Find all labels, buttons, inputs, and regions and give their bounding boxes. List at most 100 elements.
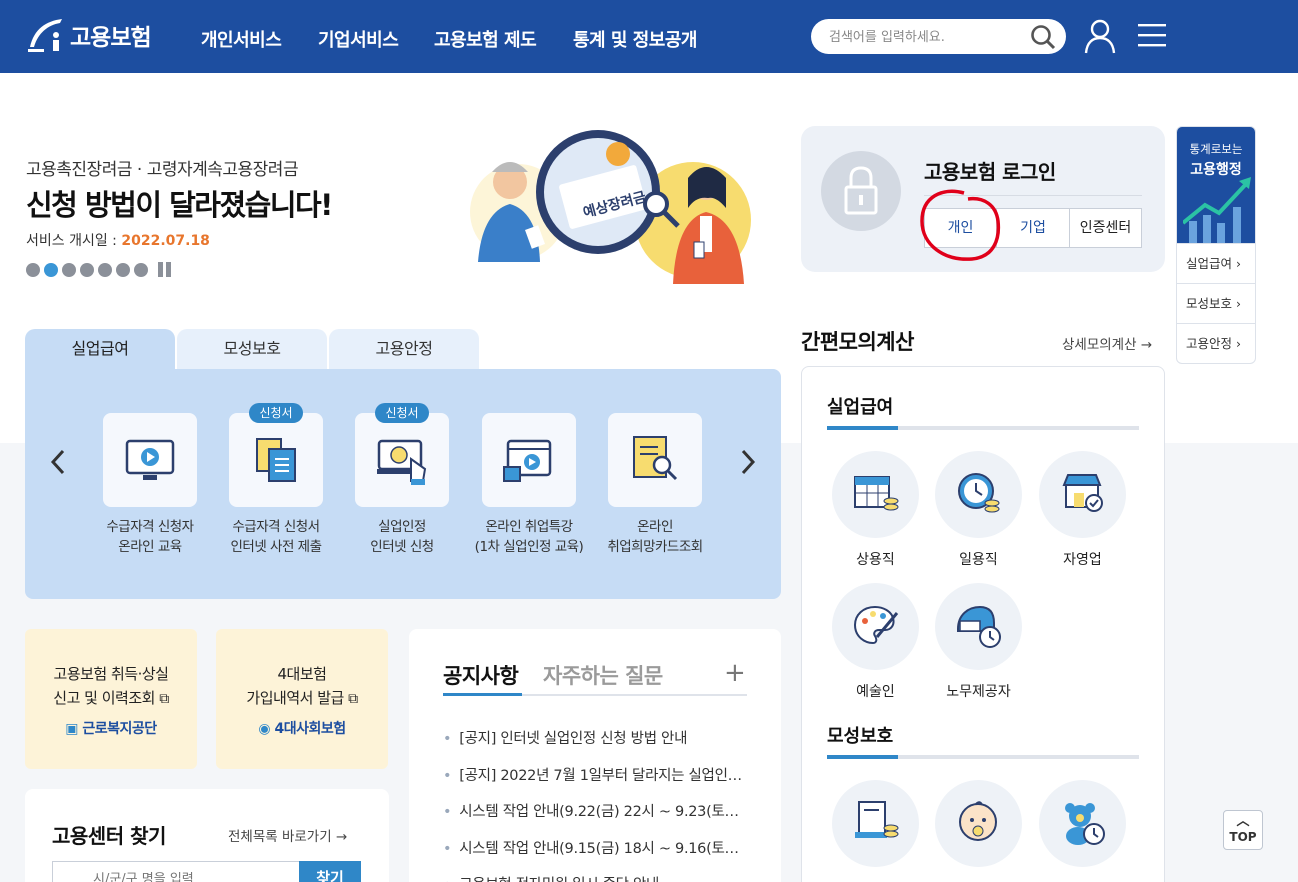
notice-item[interactable]: 고용보험 전자민원 일시 중단 안내 bbox=[443, 873, 743, 882]
calc-section-maternity: 모성보호 bbox=[827, 726, 894, 747]
baby-icon bbox=[959, 801, 997, 841]
calc-childcare-hours[interactable] bbox=[1039, 780, 1126, 867]
calc-self-employed[interactable] bbox=[1039, 451, 1126, 538]
side-stats-banner[interactable]: 통계로보는 고용행정 bbox=[1177, 127, 1255, 243]
calendar-coins-icon bbox=[854, 476, 899, 511]
calc-item-label: 노무제공자 bbox=[946, 684, 1011, 700]
side-banner-line1: 통계로보는 bbox=[1189, 142, 1243, 156]
documents-icon bbox=[256, 438, 296, 482]
banner-dot-3[interactable] bbox=[62, 262, 76, 277]
banner-title[interactable]: 신청 방법이 달라졌습니다! bbox=[26, 182, 333, 224]
red-annotation-circle bbox=[920, 189, 1001, 261]
site-logo[interactable]: 고용보험 bbox=[24, 14, 152, 56]
teddy-bear-clock-icon bbox=[1065, 803, 1105, 845]
center-search-input[interactable] bbox=[93, 872, 293, 882]
lock-icon bbox=[821, 151, 901, 231]
banner-dot-6[interactable] bbox=[116, 262, 130, 277]
clock-coins-icon bbox=[958, 473, 1000, 513]
section-underline bbox=[827, 755, 1139, 759]
calc-item-label: 자영업 bbox=[1063, 552, 1102, 568]
growth-chart-icon bbox=[1183, 177, 1251, 243]
tab-faq[interactable]: 자주하는 질문 bbox=[543, 660, 663, 690]
quick-box-org: ◉ 4대사회보험 bbox=[258, 721, 346, 737]
search-box bbox=[811, 19, 1066, 54]
calc-item-label: 상용직 bbox=[856, 552, 895, 568]
notice-item[interactable]: [공지] 2022년 7월 1일부터 달라지는 실업인정 제도 안내 bbox=[443, 764, 743, 785]
calc-item-label: 예술인 bbox=[856, 684, 895, 700]
tab-maternity[interactable]: 모성보호 bbox=[177, 329, 327, 369]
calc-regular-worker[interactable] bbox=[832, 451, 919, 538]
search-input[interactable] bbox=[829, 27, 1029, 47]
notice-tab-underline bbox=[443, 693, 522, 696]
calc-section-unemployment: 실업급여 bbox=[827, 397, 894, 418]
notice-item[interactable]: 시스템 작업 안내(9.22(금) 22시 ~ 9.23(토) 오전) bbox=[443, 800, 743, 821]
banner-dot-1[interactable] bbox=[26, 262, 40, 277]
user-icon[interactable] bbox=[1083, 18, 1117, 54]
banner-dot-7[interactable] bbox=[134, 262, 148, 277]
service-card-unemployment-recognition[interactable] bbox=[355, 413, 449, 507]
calc-platform-worker[interactable] bbox=[935, 583, 1022, 670]
calc-artist[interactable] bbox=[832, 583, 919, 670]
service-card-online-education[interactable] bbox=[103, 413, 197, 507]
palette-icon bbox=[853, 605, 899, 645]
calc-detail-link[interactable]: 상세모의계산 → bbox=[1062, 333, 1152, 353]
search-icon[interactable] bbox=[1029, 23, 1057, 51]
service-card-job-card[interactable] bbox=[608, 413, 702, 507]
center-finder-title: 고용센터 찾기 bbox=[52, 824, 166, 848]
monitor-play-icon bbox=[125, 439, 175, 480]
calc-title: 간편모의계산 bbox=[801, 330, 914, 354]
notice-item[interactable]: 시스템 작업 안내(9.15(금) 18시 ~ 9.16(토) 오전) bbox=[443, 837, 743, 858]
nav-business[interactable]: 기업서비스 bbox=[318, 26, 399, 52]
section-underline bbox=[827, 426, 1139, 430]
banner-dot-2[interactable] bbox=[44, 262, 58, 277]
banner-illustration: 예상장려금 bbox=[470, 130, 751, 284]
apply-badge: 신청서 bbox=[375, 403, 429, 423]
nav-personal[interactable]: 개인서비스 bbox=[201, 26, 282, 52]
hamburger-menu-icon[interactable] bbox=[1138, 22, 1166, 48]
tab-notices[interactable]: 공지사항 bbox=[443, 660, 519, 690]
center-list-link[interactable]: 전체목록 바로가기 → bbox=[228, 825, 347, 845]
scroll-top-button[interactable]: ︿ TOP bbox=[1223, 810, 1263, 850]
apply-badge: 신청서 bbox=[249, 403, 303, 423]
side-item-unemployment[interactable]: 실업급여 › bbox=[1177, 243, 1255, 283]
prev-arrow-icon[interactable] bbox=[48, 448, 68, 476]
login-business-button[interactable]: 기업 bbox=[996, 208, 1070, 248]
calc-daily-worker[interactable] bbox=[935, 451, 1022, 538]
service-card-online-lecture[interactable] bbox=[482, 413, 576, 507]
login-cert-center-button[interactable]: 인증센터 bbox=[1069, 208, 1142, 248]
document-search-icon bbox=[633, 436, 678, 481]
calc-maternity-leave[interactable] bbox=[832, 780, 919, 867]
browser-video-icon bbox=[503, 439, 552, 482]
quick-box-text: 고용보험 취득·상실 신고 및 이력조회 ⧉ bbox=[53, 665, 169, 707]
service-card-pre-submission[interactable] bbox=[229, 413, 323, 507]
side-item-stability[interactable]: 고용안정 › bbox=[1177, 323, 1255, 363]
4insurance-logo-icon: ◉ bbox=[258, 721, 271, 737]
calc-parental-leave[interactable] bbox=[935, 780, 1022, 867]
notice-item[interactable]: [공지] 인터넷 실업인정 신청 방법 안내 bbox=[443, 727, 743, 748]
center-search-field bbox=[52, 861, 300, 882]
logo-text: 고용보험 bbox=[70, 25, 152, 51]
service-label: 온라인 취업희망카드조회 bbox=[607, 519, 703, 555]
tab-unemployment[interactable]: 실업급여 bbox=[25, 329, 175, 369]
banner-pagination bbox=[26, 262, 171, 277]
banner-date-label: 서비스 개시일 : bbox=[26, 233, 122, 249]
banner-dot-4[interactable] bbox=[80, 262, 94, 277]
banner-date: 서비스 개시일 : 2022.07.18 bbox=[26, 230, 210, 250]
logo-icon bbox=[28, 19, 62, 52]
service-label: 수급자격 신청자 온라인 교육 bbox=[106, 519, 194, 555]
banner-dot-5[interactable] bbox=[98, 262, 112, 277]
nav-system[interactable]: 고용보험 제도 bbox=[434, 26, 537, 52]
side-item-maternity[interactable]: 모성보호 › bbox=[1177, 283, 1255, 323]
tab-employment-stability[interactable]: 고용안정 bbox=[329, 329, 479, 369]
nav-statistics[interactable]: 통계 및 정보공개 bbox=[573, 26, 697, 52]
next-arrow-icon[interactable] bbox=[738, 448, 758, 476]
service-label: 실업인정 인터넷 신청 bbox=[370, 519, 434, 555]
service-label: 수급자격 신청서 인터넷 사전 제출 bbox=[230, 519, 322, 555]
login-title: 고용보험 로그인 bbox=[924, 160, 1056, 184]
shop-icon bbox=[1062, 474, 1103, 512]
pause-icon[interactable] bbox=[158, 262, 171, 277]
plus-icon[interactable]: + bbox=[724, 658, 746, 688]
quick-box-org: ▣ 근로복지공단 bbox=[65, 721, 157, 737]
center-search-button[interactable]: 찾기 bbox=[299, 861, 361, 882]
external-link-icon: ⧉ bbox=[348, 691, 358, 707]
